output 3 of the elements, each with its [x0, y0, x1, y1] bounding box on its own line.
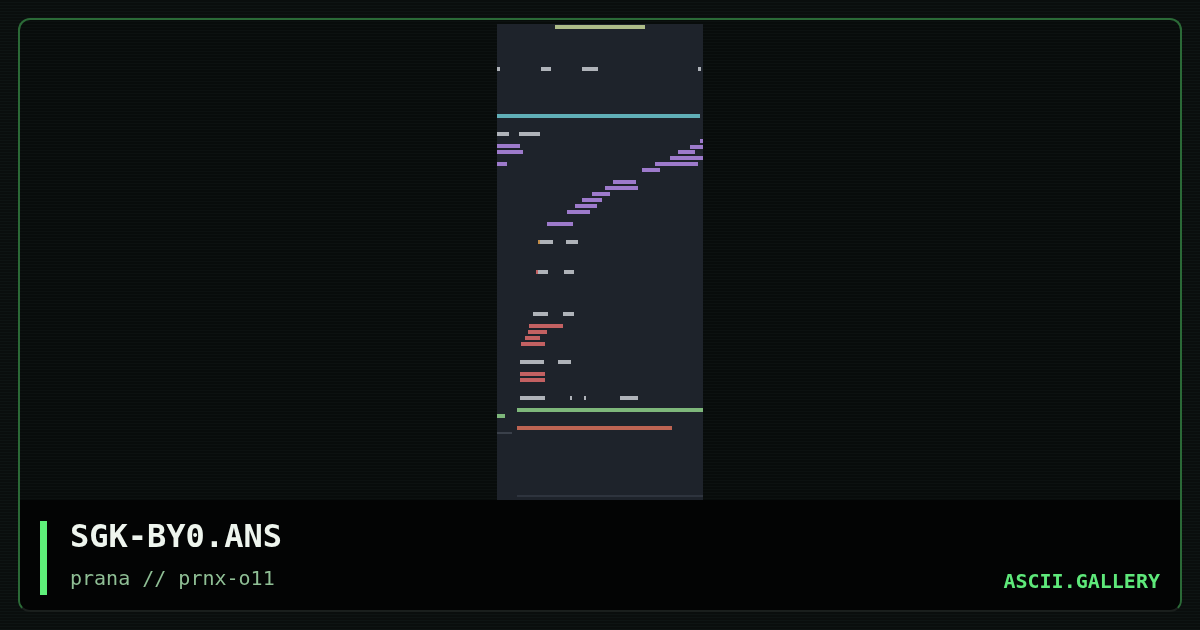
artist-credit: prana // prnx-o11 [70, 568, 276, 588]
site-brand: ASCII.GALLERY [1003, 571, 1160, 591]
artwork-title: SGK-BY0.ANS [70, 520, 282, 552]
